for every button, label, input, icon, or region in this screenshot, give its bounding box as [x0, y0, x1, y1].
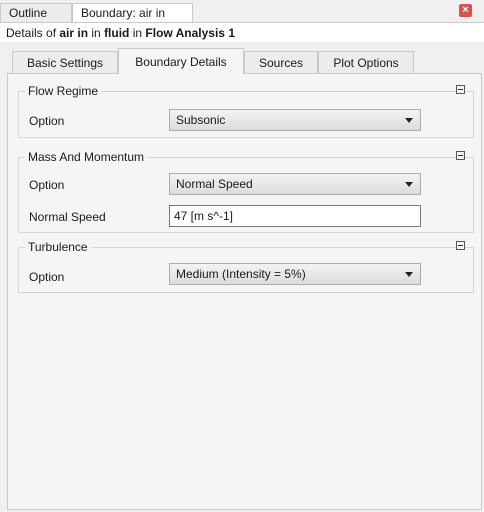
collapse-icon[interactable]: [456, 151, 465, 160]
normal-speed-label: Normal Speed: [29, 210, 106, 224]
mass-momentum-option-label: Option: [29, 178, 65, 192]
tab-plot-options[interactable]: Plot Options: [318, 51, 414, 74]
tab-outline[interactable]: Outline: [0, 3, 72, 22]
mass-momentum-group: Mass And Momentum Option Normal Speed No…: [18, 150, 474, 233]
tab-basic-settings[interactable]: Basic Settings: [12, 51, 118, 74]
turbulence-option-label: Option: [29, 270, 65, 284]
chevron-down-icon: [405, 118, 413, 123]
flow-regime-option-label: Option: [29, 114, 65, 128]
normal-speed-input[interactable]: 47 [m s^-1]: [169, 205, 421, 227]
tab-boundary-details[interactable]: Boundary Details: [118, 48, 244, 74]
chevron-down-icon: [405, 182, 413, 187]
flow-regime-title: Flow Regime: [25, 84, 102, 98]
close-icon[interactable]: ×: [459, 4, 472, 17]
turbulence-option-select[interactable]: Medium (Intensity = 5%): [169, 263, 421, 285]
flow-regime-group: Flow Regime Option Subsonic: [18, 84, 474, 138]
boundary-name: air in: [59, 26, 89, 40]
turbulence-option-value: Medium (Intensity = 5%): [176, 267, 306, 281]
details-in-1: in: [88, 26, 105, 40]
details-prefix: Details of: [6, 26, 60, 40]
mass-momentum-option-value: Normal Speed: [176, 177, 253, 191]
domain-name: fluid: [104, 26, 130, 40]
tab-boundary-air-in[interactable]: Boundary: air in: [72, 3, 193, 22]
analysis-name: Flow Analysis 1: [145, 26, 235, 40]
turbulence-group: Turbulence Option Medium (Intensity = 5%…: [18, 240, 474, 293]
collapse-icon[interactable]: [456, 241, 465, 250]
mass-momentum-option-select[interactable]: Normal Speed: [169, 173, 421, 195]
tab-sources[interactable]: Sources: [244, 51, 318, 74]
flow-regime-option-select[interactable]: Subsonic: [169, 109, 421, 131]
panel-tabs: Outline Boundary: air in ×: [0, 0, 484, 22]
normal-speed-value: 47 [m s^-1]: [174, 209, 233, 223]
details-header: Details of air in in fluid in Flow Analy…: [0, 22, 484, 42]
collapse-icon[interactable]: [456, 85, 465, 94]
turbulence-title: Turbulence: [25, 240, 91, 254]
boundary-details-panel: Flow Regime Option Subsonic Mass And Mom…: [7, 73, 482, 510]
flow-regime-option-value: Subsonic: [176, 113, 226, 127]
detail-tabs: Basic Settings Boundary Details Sources …: [0, 48, 484, 74]
details-in-2: in: [129, 26, 146, 40]
mass-momentum-title: Mass And Momentum: [25, 150, 148, 164]
chevron-down-icon: [405, 272, 413, 277]
